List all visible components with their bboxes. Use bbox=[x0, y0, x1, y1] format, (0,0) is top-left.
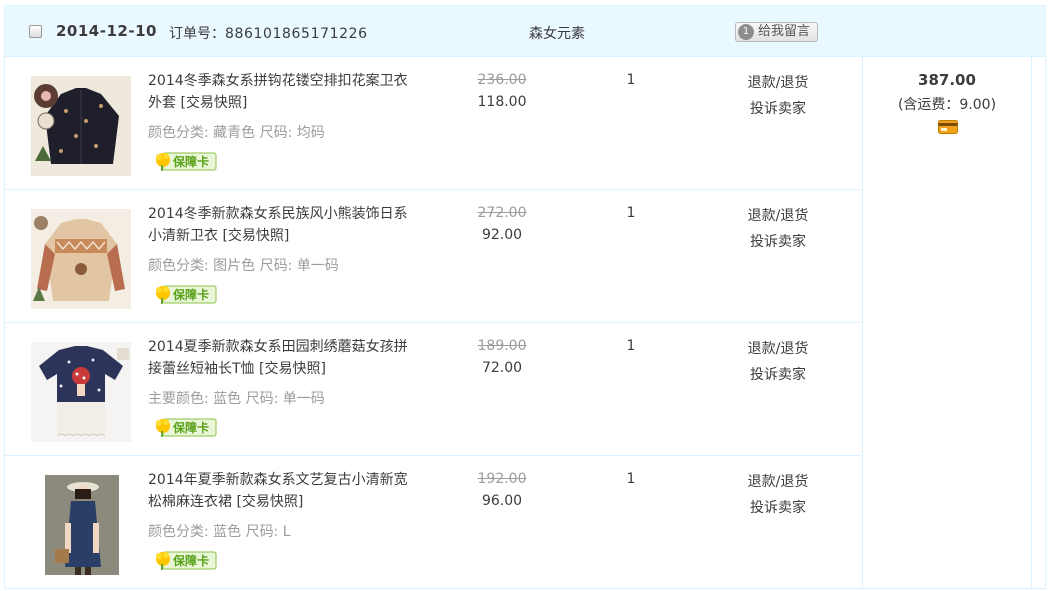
refund-return-link[interactable]: 退款/退货 bbox=[738, 338, 818, 358]
product-title-link[interactable]: 2014冬季森女系拼钩花镂空排扣花案卫衣外套 [交易快照] bbox=[148, 70, 418, 114]
order-item: 2014年夏季新款森女系文艺复古小清新宽松棉麻连衣裙 [交易快照] 颜色分类: … bbox=[5, 456, 862, 589]
snapshot-link[interactable]: [交易快照] bbox=[180, 95, 247, 111]
unit-price: 96.00 bbox=[481, 493, 523, 509]
order-total-column: 387.00 (含运费：9.00) bbox=[862, 57, 1032, 588]
badge-label: 保障卡 bbox=[172, 553, 209, 568]
product-attributes: 颜色分类: 藏青色 尺码: 均码 bbox=[148, 125, 325, 141]
product-attributes: 颜色分类: 蓝色 尺码: L bbox=[148, 524, 291, 540]
product-thumbnail[interactable] bbox=[31, 475, 131, 575]
complain-seller-link[interactable]: 投诉卖家 bbox=[738, 497, 818, 517]
guarantee-card-badge[interactable]: 保障卡 bbox=[153, 150, 217, 172]
badge-label: 保障卡 bbox=[172, 420, 209, 435]
order-item: 2014冬季新款森女系民族风小熊装饰日系小清新卫衣 [交易快照] 颜色分类: 图… bbox=[5, 190, 862, 323]
order-items: 2014冬季森女系拼钩花镂空排扣花案卫衣外套 [交易快照] 颜色分类: 藏青色 … bbox=[5, 57, 862, 589]
quantity: 1 bbox=[626, 205, 636, 221]
order-select-checkbox[interactable] bbox=[29, 25, 42, 38]
snapshot-link[interactable]: [交易快照] bbox=[222, 228, 289, 244]
shop-name-link[interactable]: 森女元素 bbox=[529, 23, 585, 43]
quantity: 1 bbox=[626, 338, 636, 354]
badge-label: 保障卡 bbox=[172, 287, 209, 302]
complain-seller-link[interactable]: 投诉卖家 bbox=[738, 364, 818, 384]
guarantee-card-badge[interactable]: 保障卡 bbox=[153, 416, 217, 438]
refund-return-link[interactable]: 退款/退货 bbox=[738, 205, 818, 225]
chat-bubble-icon: 1 bbox=[738, 24, 754, 40]
quantity: 1 bbox=[626, 471, 636, 487]
refund-return-link[interactable]: 退款/退货 bbox=[738, 471, 818, 491]
product-title-link[interactable]: 2014夏季新款森女系田园刺绣蘑菇女孩拼接蕾丝短袖长T恤 [交易快照] bbox=[148, 336, 418, 380]
complain-seller-link[interactable]: 投诉卖家 bbox=[738, 231, 818, 251]
order-number-label: 订单号： bbox=[169, 26, 225, 42]
guarantee-card-badge[interactable]: 保障卡 bbox=[153, 549, 217, 571]
product-title-link[interactable]: 2014冬季新款森女系民族风小熊装饰日系小清新卫衣 [交易快照] bbox=[148, 203, 418, 247]
product-title-link[interactable]: 2014年夏季新款森女系文艺复古小清新宽松棉麻连衣裙 [交易快照] bbox=[148, 469, 418, 513]
order-number-value: 886101865171226 bbox=[225, 26, 368, 42]
original-price: 236.00 bbox=[477, 72, 527, 88]
product-thumbnail[interactable] bbox=[31, 209, 131, 309]
guarantee-card-badge[interactable]: 保障卡 bbox=[153, 283, 217, 305]
snapshot-link[interactable]: [交易快照] bbox=[236, 494, 303, 510]
product-attributes: 颜色分类: 图片色 尺码: 单一码 bbox=[148, 258, 339, 274]
snapshot-link[interactable]: [交易快照] bbox=[259, 361, 326, 377]
original-price: 189.00 bbox=[477, 338, 527, 354]
order-card: 2014-12-10 订单号：886101865171226 森女元素 1 给我… bbox=[4, 5, 1046, 589]
product-attributes: 主要颜色: 蓝色 尺码: 单一码 bbox=[148, 391, 325, 407]
badge-label: 保障卡 bbox=[172, 154, 209, 169]
order-date: 2014-12-10 bbox=[56, 22, 157, 40]
order-header: 2014-12-10 订单号：886101865171226 森女元素 1 给我… bbox=[5, 6, 1045, 57]
complain-seller-link[interactable]: 投诉卖家 bbox=[738, 98, 818, 118]
original-price: 192.00 bbox=[477, 471, 527, 487]
original-price: 272.00 bbox=[477, 205, 527, 221]
order-item: 2014夏季新款森女系田园刺绣蘑菇女孩拼接蕾丝短袖长T恤 [交易快照] 主要颜色… bbox=[5, 323, 862, 456]
credit-card-icon[interactable] bbox=[938, 120, 958, 134]
message-seller-button[interactable]: 1 给我留言 bbox=[735, 22, 818, 42]
unit-price: 72.00 bbox=[481, 360, 523, 376]
quantity: 1 bbox=[626, 72, 636, 88]
unit-price: 92.00 bbox=[481, 227, 523, 243]
product-thumbnail[interactable] bbox=[31, 76, 131, 176]
order-number: 订单号：886101865171226 bbox=[169, 23, 368, 43]
message-seller-label: 给我留言 bbox=[758, 24, 811, 39]
refund-return-link[interactable]: 退款/退货 bbox=[738, 72, 818, 92]
order-total: 387.00 bbox=[918, 71, 976, 89]
order-item: 2014冬季森女系拼钩花镂空排扣花案卫衣外套 [交易快照] 颜色分类: 藏青色 … bbox=[5, 57, 862, 190]
shipping-fee-note: (含运费：9.00) bbox=[897, 97, 997, 113]
product-thumbnail[interactable] bbox=[31, 342, 131, 442]
unit-price: 118.00 bbox=[477, 94, 527, 110]
